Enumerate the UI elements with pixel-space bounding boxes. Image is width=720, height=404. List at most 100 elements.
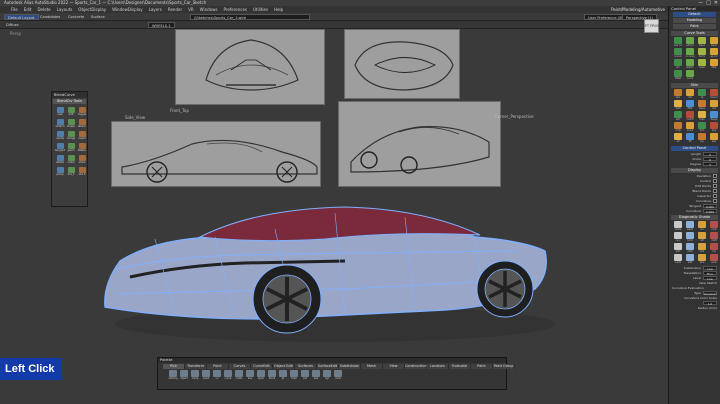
palette-tool[interactable]: point [201, 370, 211, 380]
tool-button[interactable]: fill [685, 133, 695, 143]
field-value[interactable]: 0.000 [703, 208, 717, 214]
tool-button[interactable]: shade [673, 221, 683, 231]
tool-button[interactable]: horiz [685, 232, 695, 242]
tool-button[interactable]: inset [697, 59, 707, 69]
palette-tool[interactable]: line [245, 370, 255, 380]
tool-button[interactable]: merge [66, 131, 76, 141]
palette-tab[interactable]: Transform [185, 364, 207, 369]
tool-button[interactable]: tangent [55, 143, 65, 153]
tool-button[interactable]: inputs [55, 131, 65, 141]
view-cube-face[interactable]: LEFT FRONT [641, 19, 662, 33]
sketch-canvas-front[interactable] [175, 29, 325, 105]
display-option[interactable]: Edit Points [672, 183, 717, 188]
default-button[interactable]: Default [673, 12, 716, 17]
field-b[interactable]: Surface [91, 14, 105, 20]
tool-button[interactable]: rev [709, 100, 719, 110]
tool-button[interactable]: wire [697, 254, 707, 264]
menu-windowdisplay[interactable]: WindowDisplay [109, 6, 146, 13]
tool-button[interactable]: msdrft [685, 111, 695, 121]
tool-button[interactable]: crmp [673, 122, 683, 132]
palette-tab[interactable]: Subdivision [339, 364, 361, 369]
menu-delete[interactable]: Delete [34, 6, 53, 13]
sketch-canvas-side[interactable] [111, 121, 321, 187]
tool-button[interactable]: draft [673, 100, 683, 110]
tool-button[interactable]: fillet [709, 59, 719, 69]
workspace-dropdown[interactable]: Default Layout [4, 14, 39, 20]
palette-tool[interactable]: isos [311, 370, 321, 380]
menu-file[interactable]: File [8, 6, 21, 13]
tool-button[interactable]: sq [697, 89, 707, 99]
scale-value[interactable]: 1.0 [703, 300, 717, 306]
tool-button[interactable]: bound [709, 89, 719, 99]
paint-button[interactable]: Paint [673, 24, 716, 29]
palette-tab[interactable]: SurfaceEdit [317, 364, 339, 369]
tool-button[interactable]: plane [697, 100, 707, 110]
tool-button[interactable]: skin [673, 89, 683, 99]
layer-label[interactable]: Candidates [40, 14, 60, 20]
tool-button[interactable]: rail [685, 89, 695, 99]
palette-tab[interactable]: Paint Group [493, 364, 515, 369]
tool-button[interactable]: persp [55, 167, 65, 177]
tool-button[interactable]: del_k [66, 167, 76, 177]
tool-button[interactable]: sqr [697, 133, 707, 143]
tool-button[interactable]: mult [709, 221, 719, 231]
tool-button[interactable]: curve [685, 70, 695, 80]
tool-button[interactable]: bzcrv [697, 48, 707, 58]
level-value[interactable]: Low [703, 275, 717, 281]
path-field[interactable]: \\Sketches\Sports_Car_1.wire [190, 14, 310, 20]
tool-button[interactable]: draft [709, 232, 719, 242]
tool-button[interactable]: cv curve [685, 48, 695, 58]
tool-button[interactable]: attach [77, 119, 87, 129]
tool-button[interactable]: blend [709, 37, 719, 47]
field-value[interactable]: 3 [703, 161, 717, 167]
tessellation-value[interactable]: Fine [703, 270, 717, 276]
palette-tab[interactable]: Curves [229, 364, 251, 369]
tool-button[interactable]: geom [66, 143, 76, 153]
tool-button[interactable]: vcurve [673, 48, 683, 58]
subdivision-value[interactable]: Low [703, 265, 717, 271]
workflow-title[interactable]: Paint/Modeling/Automotive [611, 6, 665, 13]
tool-button[interactable]: flange [709, 111, 719, 121]
view-cube[interactable]: LEFT FRONT [641, 15, 662, 35]
field-value[interactable]: 0 [703, 151, 717, 157]
sketch-canvas-corner[interactable] [338, 101, 501, 187]
palette-tab[interactable]: Evaluate [449, 364, 471, 369]
palette-tool[interactable]: tgt [322, 370, 332, 380]
tool-button[interactable]: trim [697, 122, 707, 132]
tool-button[interactable]: delete [55, 155, 65, 165]
display-checkbox[interactable] [713, 178, 717, 183]
blendcurve-subtitle[interactable]: BlendCrv Tools [53, 99, 86, 104]
tool-button[interactable]: offset [673, 70, 683, 80]
palette-tool[interactable]: comp [190, 370, 200, 380]
new-sketch-row[interactable]: New Sketch [672, 280, 717, 285]
palette-tab[interactable]: Mesh [361, 364, 383, 369]
tool-button[interactable]: new crv [673, 37, 683, 47]
display-checkbox[interactable] [713, 193, 717, 198]
menu-render[interactable]: Render [165, 6, 185, 13]
sketch-canvas-top[interactable] [344, 29, 460, 99]
palette-tool[interactable]: block [267, 370, 277, 380]
field-a[interactable]: Concrete [68, 14, 84, 20]
palette-tool[interactable]: object [179, 370, 189, 380]
tool-button[interactable]: iso [697, 221, 707, 231]
type-value[interactable]: Gaussian [703, 290, 717, 296]
palette-tab[interactable]: View [383, 364, 405, 369]
display-option[interactable]: Deviation [672, 173, 717, 178]
tool-button[interactable]: stretch [55, 119, 65, 129]
tool-button[interactable]: cvs [709, 243, 719, 253]
menu-layers[interactable]: Layers [146, 6, 165, 13]
palette-tab[interactable]: Construction [405, 364, 427, 369]
display-option[interactable]: Inspector [672, 193, 717, 198]
tool-button[interactable]: edit [685, 254, 695, 264]
tool-button[interactable]: tube [697, 111, 707, 121]
palette-tab[interactable]: Paint [471, 364, 493, 369]
palette-tool[interactable]: layer [256, 370, 266, 380]
tool-button[interactable]: new [55, 107, 65, 117]
tool-button[interactable]: edit pt [685, 37, 695, 47]
tool-button[interactable]: arc [673, 59, 683, 69]
display-option[interactable]: Curvature [672, 198, 717, 203]
menu-vr[interactable]: VR [185, 6, 197, 13]
palette-tab[interactable]: Point [207, 364, 229, 369]
layer-value[interactable]: WHEELS-1 [148, 22, 175, 28]
tool-button[interactable]: insert [77, 131, 87, 141]
